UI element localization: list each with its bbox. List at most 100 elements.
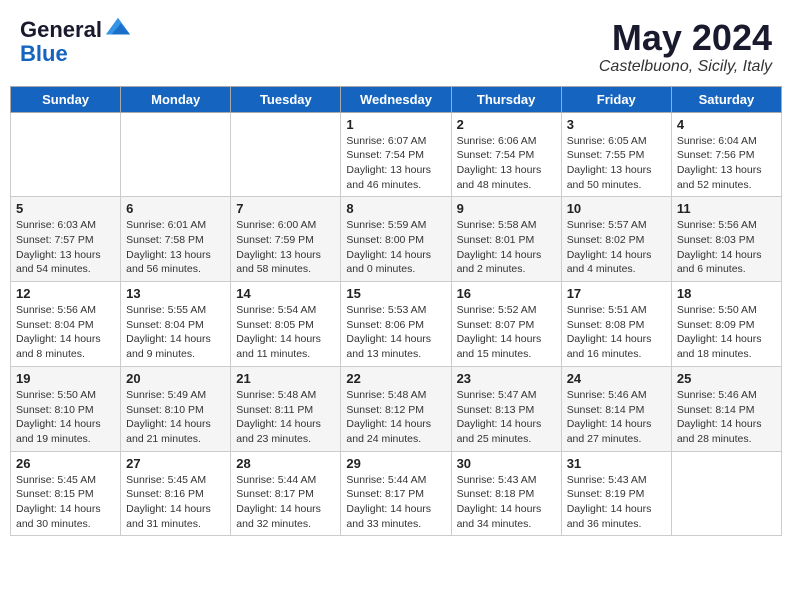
weekday-header-cell: Tuesday xyxy=(231,86,341,112)
day-number: 1 xyxy=(346,117,445,132)
day-number: 11 xyxy=(677,201,776,216)
calendar-day-cell: 13Sunrise: 5:55 AMSunset: 8:04 PMDayligh… xyxy=(121,282,231,367)
day-number: 29 xyxy=(346,456,445,471)
day-info: Sunrise: 6:01 AMSunset: 7:58 PMDaylight:… xyxy=(126,218,225,277)
day-number: 27 xyxy=(126,456,225,471)
calendar-day-cell: 24 Sunrise: 5:46 AMSunset: 8:14 PMDayligh… xyxy=(561,366,671,451)
day-info: Sunrise: 6:04 AMSunset: 7:56 PMDaylight:… xyxy=(677,134,776,193)
calendar-day-cell: 14 Sunrise: 5:54 AMSunset: 8:05 PMDayligh… xyxy=(231,282,341,367)
calendar-day-cell: 4 Sunrise: 6:04 AMSunset: 7:56 PMDaylight… xyxy=(671,112,781,197)
page-header: General Blue May 2024 Castelbuono, Sicil… xyxy=(10,10,782,82)
day-number: 26 xyxy=(16,456,115,471)
day-info: Sunrise: 6:06 AMSunset: 7:54 PMDaylight:… xyxy=(457,134,556,193)
day-info: Sunrise: 5:59 AMSunset: 8:00 PMDaylight:… xyxy=(346,218,445,277)
calendar-day-cell: 25 Sunrise: 5:46 AMSunset: 8:14 PMDayligh… xyxy=(671,366,781,451)
calendar-day-cell: 26 Sunrise: 5:45 AMSunset: 8:15 PMDayligh… xyxy=(11,451,121,536)
calendar-day-cell: 22Sunrise: 5:48 AMSunset: 8:12 PMDayligh… xyxy=(341,366,451,451)
location: Castelbuono, Sicily, Italy xyxy=(599,58,772,76)
calendar-day-cell: 15Sunrise: 5:53 AMSunset: 8:06 PMDayligh… xyxy=(341,282,451,367)
day-number: 5 xyxy=(16,201,115,216)
day-number: 20 xyxy=(126,371,225,386)
month-title: May 2024 xyxy=(599,18,772,58)
day-number: 14 xyxy=(236,286,335,301)
day-info: Sunrise: 5:56 AMSunset: 8:03 PMDaylight:… xyxy=(677,218,776,277)
weekday-header-cell: Friday xyxy=(561,86,671,112)
day-info: Sunrise: 5:44 AMSunset: 8:17 PMDaylight:… xyxy=(346,473,445,532)
day-number: 15 xyxy=(346,286,445,301)
calendar-day-cell: 12 Sunrise: 5:56 AMSunset: 8:04 PMDayligh… xyxy=(11,282,121,367)
calendar-day-cell: 29 Sunrise: 5:44 AMSunset: 8:17 PMDayligh… xyxy=(341,451,451,536)
calendar-week-row: 26 Sunrise: 5:45 AMSunset: 8:15 PMDayligh… xyxy=(11,451,782,536)
day-info: Sunrise: 5:47 AMSunset: 8:13 PMDaylight:… xyxy=(457,388,556,447)
day-info: Sunrise: 5:57 AMSunset: 8:02 PMDaylight:… xyxy=(567,218,666,277)
logo-text-blue: Blue xyxy=(20,42,132,66)
calendar-table: SundayMondayTuesdayWednesdayThursdayFrid… xyxy=(10,86,782,537)
day-info: Sunrise: 5:52 AMSunset: 8:07 PMDaylight:… xyxy=(457,303,556,362)
calendar-day-cell: 5 Sunrise: 6:03 AMSunset: 7:57 PMDaylight… xyxy=(11,197,121,282)
day-number: 17 xyxy=(567,286,666,301)
calendar-day-cell: 6 Sunrise: 6:01 AMSunset: 7:58 PMDaylight… xyxy=(121,197,231,282)
day-number: 10 xyxy=(567,201,666,216)
calendar-day-cell: 11 Sunrise: 5:56 AMSunset: 8:03 PMDayligh… xyxy=(671,197,781,282)
day-info: Sunrise: 5:45 AMSunset: 8:15 PMDaylight:… xyxy=(16,473,115,532)
calendar-day-cell: 8 Sunrise: 5:59 AMSunset: 8:00 PMDaylight… xyxy=(341,197,451,282)
day-info: Sunrise: 5:43 AMSunset: 8:18 PMDaylight:… xyxy=(457,473,556,532)
day-number: 2 xyxy=(457,117,556,132)
calendar-week-row: 1 Sunrise: 6:07 AMSunset: 7:54 PMDaylight… xyxy=(11,112,782,197)
day-number: 30 xyxy=(457,456,556,471)
calendar-day-cell: 17 Sunrise: 5:51 AMSunset: 8:08 PMDayligh… xyxy=(561,282,671,367)
day-info: Sunrise: 6:07 AMSunset: 7:54 PMDaylight:… xyxy=(346,134,445,193)
calendar-day-cell: 27Sunrise: 5:45 AMSunset: 8:16 PMDayligh… xyxy=(121,451,231,536)
day-info: Sunrise: 5:58 AMSunset: 8:01 PMDaylight:… xyxy=(457,218,556,277)
title-block: May 2024 Castelbuono, Sicily, Italy xyxy=(599,18,772,76)
calendar-day-cell: 31Sunrise: 5:43 AMSunset: 8:19 PMDayligh… xyxy=(561,451,671,536)
day-info: Sunrise: 5:54 AMSunset: 8:05 PMDaylight:… xyxy=(236,303,335,362)
calendar-day-cell: 16 Sunrise: 5:52 AMSunset: 8:07 PMDayligh… xyxy=(451,282,561,367)
calendar-day-cell: 7Sunrise: 6:00 AMSunset: 7:59 PMDaylight… xyxy=(231,197,341,282)
day-info: Sunrise: 5:44 AMSunset: 8:17 PMDaylight:… xyxy=(236,473,335,532)
day-number: 13 xyxy=(126,286,225,301)
day-number: 24 xyxy=(567,371,666,386)
calendar-day-cell: 21 Sunrise: 5:48 AMSunset: 8:11 PMDayligh… xyxy=(231,366,341,451)
calendar-day-cell: 28 Sunrise: 5:44 AMSunset: 8:17 PMDayligh… xyxy=(231,451,341,536)
calendar-day-cell: 30 Sunrise: 5:43 AMSunset: 8:18 PMDayligh… xyxy=(451,451,561,536)
day-number: 18 xyxy=(677,286,776,301)
weekday-header-cell: Saturday xyxy=(671,86,781,112)
calendar-day-cell: 10 Sunrise: 5:57 AMSunset: 8:02 PMDayligh… xyxy=(561,197,671,282)
day-number: 6 xyxy=(126,201,225,216)
weekday-header-cell: Monday xyxy=(121,86,231,112)
day-info: Sunrise: 5:46 AMSunset: 8:14 PMDaylight:… xyxy=(677,388,776,447)
day-number: 21 xyxy=(236,371,335,386)
day-info: Sunrise: 5:56 AMSunset: 8:04 PMDaylight:… xyxy=(16,303,115,362)
day-info: Sunrise: 5:48 AMSunset: 8:12 PMDaylight:… xyxy=(346,388,445,447)
calendar-week-row: 19Sunrise: 5:50 AMSunset: 8:10 PMDayligh… xyxy=(11,366,782,451)
calendar-day-cell: 1 Sunrise: 6:07 AMSunset: 7:54 PMDaylight… xyxy=(341,112,451,197)
calendar-day-cell: 19Sunrise: 5:50 AMSunset: 8:10 PMDayligh… xyxy=(11,366,121,451)
day-info: Sunrise: 5:50 AMSunset: 8:09 PMDaylight:… xyxy=(677,303,776,362)
calendar-day-cell: 9 Sunrise: 5:58 AMSunset: 8:01 PMDaylight… xyxy=(451,197,561,282)
calendar-day-cell xyxy=(121,112,231,197)
day-info: Sunrise: 5:51 AMSunset: 8:08 PMDaylight:… xyxy=(567,303,666,362)
calendar-day-cell: 20 Sunrise: 5:49 AMSunset: 8:10 PMDayligh… xyxy=(121,366,231,451)
day-info: Sunrise: 6:05 AMSunset: 7:55 PMDaylight:… xyxy=(567,134,666,193)
day-info: Sunrise: 6:03 AMSunset: 7:57 PMDaylight:… xyxy=(16,218,115,277)
day-info: Sunrise: 5:48 AMSunset: 8:11 PMDaylight:… xyxy=(236,388,335,447)
day-number: 9 xyxy=(457,201,556,216)
weekday-header-row: SundayMondayTuesdayWednesdayThursdayFrid… xyxy=(11,86,782,112)
day-info: Sunrise: 5:46 AMSunset: 8:14 PMDaylight:… xyxy=(567,388,666,447)
calendar-week-row: 12 Sunrise: 5:56 AMSunset: 8:04 PMDayligh… xyxy=(11,282,782,367)
day-number: 12 xyxy=(16,286,115,301)
weekday-header-cell: Sunday xyxy=(11,86,121,112)
day-number: 7 xyxy=(236,201,335,216)
day-number: 16 xyxy=(457,286,556,301)
calendar-day-cell xyxy=(231,112,341,197)
logo-text: General xyxy=(20,18,102,42)
day-number: 8 xyxy=(346,201,445,216)
day-info: Sunrise: 5:49 AMSunset: 8:10 PMDaylight:… xyxy=(126,388,225,447)
calendar-day-cell xyxy=(11,112,121,197)
day-number: 23 xyxy=(457,371,556,386)
day-number: 25 xyxy=(677,371,776,386)
day-number: 4 xyxy=(677,117,776,132)
day-number: 28 xyxy=(236,456,335,471)
calendar-day-cell: 23 Sunrise: 5:47 AMSunset: 8:13 PMDayligh… xyxy=(451,366,561,451)
